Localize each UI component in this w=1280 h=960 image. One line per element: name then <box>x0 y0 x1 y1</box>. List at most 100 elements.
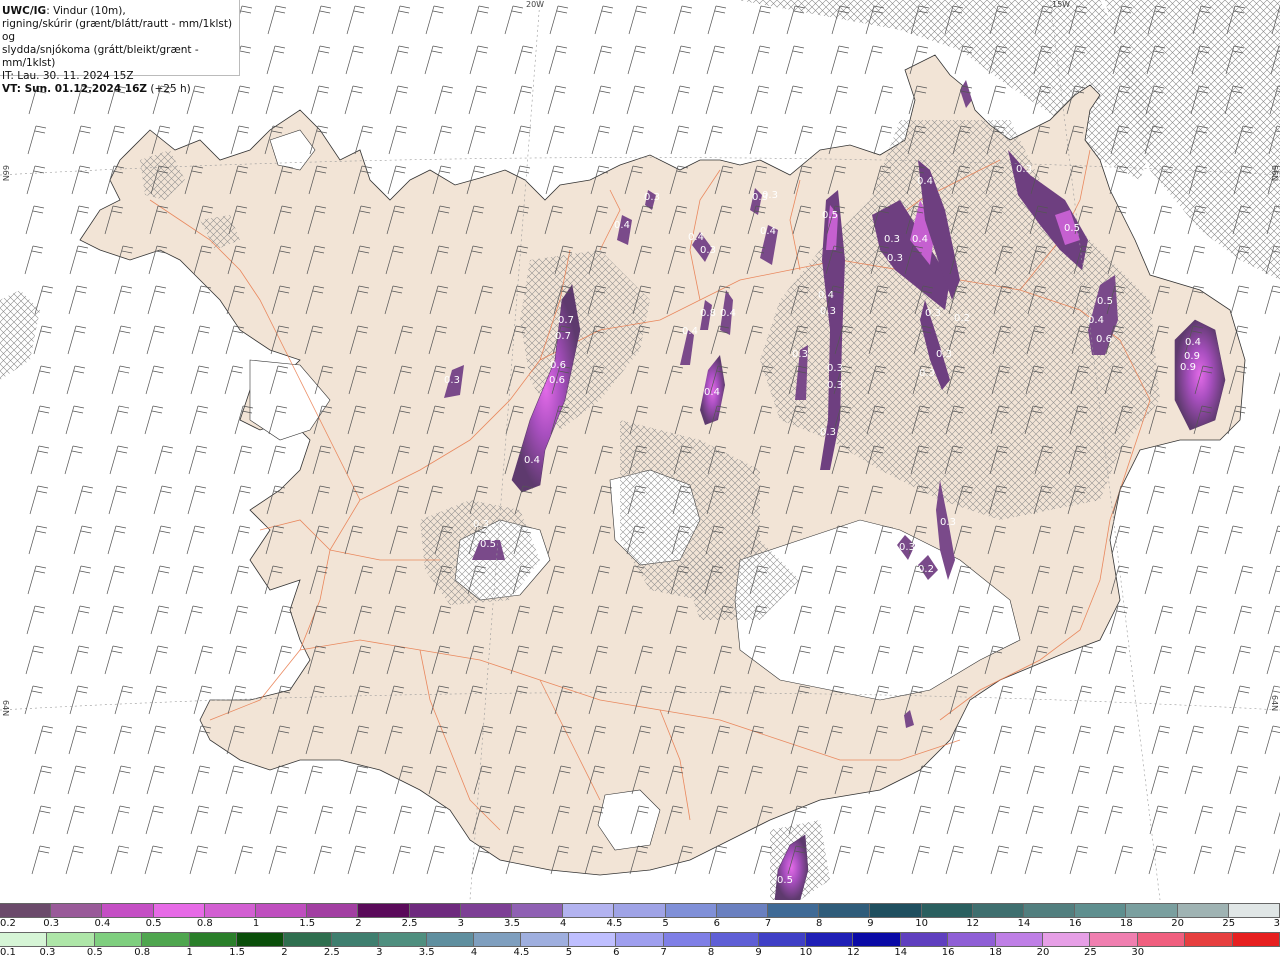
legend-rain-tick: 3 <box>376 947 383 958</box>
legend-snow-swatch <box>1126 904 1178 917</box>
legend-snow-tick: 0.2 <box>0 918 16 929</box>
precip-value-label: 0.4 <box>760 226 776 237</box>
legend-rain-tick: 8 <box>707 947 715 958</box>
precip-value-label: 0.9 <box>1180 362 1196 373</box>
precip-value-label: 0.4 <box>524 455 540 466</box>
legend-rain-swatch <box>1137 933 1186 946</box>
precip-value-label: 0.3 <box>887 253 903 264</box>
legend-snow-tick: 6 <box>713 918 720 929</box>
precip-value-label: 0.6 <box>1096 334 1112 345</box>
precip-value-label: 0.9 <box>1184 351 1200 362</box>
legend-rain-swatch <box>900 933 949 946</box>
desc-snow: slydda/snjókoma (grátt/bleikt/grænt - mm… <box>2 44 199 69</box>
legend-snow-tick: 5 <box>662 918 669 929</box>
legend-snow-tick: 12 <box>966 918 980 929</box>
legend-snow-tick: 20 <box>1171 918 1184 929</box>
legend-snow-swatch <box>972 904 1025 917</box>
precip-value-label: 0.7 <box>558 315 574 326</box>
precip-value-label: 0.4 <box>704 387 720 398</box>
legend-rain-tick: 0.1 <box>0 947 16 958</box>
legend-rain-tick: 12 <box>846 947 860 958</box>
legend-snow-tick: 4 <box>560 918 567 929</box>
legend-rain-swatch <box>237 933 285 946</box>
legend-rain-swatch <box>94 933 143 946</box>
legend-rain-swatch <box>142 933 190 946</box>
lat-label-66n-right: 66N <box>1270 165 1279 182</box>
title-model: UWC/IG <box>2 5 47 17</box>
precip-value-label: 0.3 <box>936 349 952 360</box>
lat-label-64n-right: 64N <box>1270 695 1279 712</box>
precip-value-label: 0.3 <box>827 380 843 391</box>
legend-snow-swatch <box>358 904 410 917</box>
precip-value-label: 0.5 <box>777 875 793 886</box>
legend-rain-swatch <box>47 933 95 946</box>
legend-snow-swatch <box>768 904 820 917</box>
legend-rain-tick: 18 <box>989 947 1002 958</box>
precip-value-label: 0.3 <box>473 519 489 530</box>
legend-snow: 0.2 0.3 0.4 0.5 0.8 1 1.5 2 2.5 3 3.5 4 4.5 5 6 7 8 9 10 12… <box>0 903 1280 931</box>
legend-snow-tick: 18 <box>1120 918 1133 929</box>
legend-rain-tick: 4 <box>470 947 478 958</box>
legend-rain: 0.1 0.3 0.5 0.8 1 1.5 2 2.5 3 3.5 4 4.5 5 6 7 8 9 10 12 14 1… <box>0 932 1280 960</box>
legend-rain-tick: 0.8 <box>134 947 151 958</box>
weather-map: 0.3 0.4 0.3 0.4 0.3 0.5 0.3 0.4 0.3 0.4 0.4 0.3 0.5 0… <box>0 0 1280 900</box>
legend-snow-swatch <box>102 904 154 917</box>
legend-snow-tick: 30 <box>1273 918 1280 929</box>
map-title: UWC/IG: Vindur (10m), <box>2 5 239 18</box>
legend-rain-tick: 3.5 <box>418 947 435 958</box>
legend-snow-swatch <box>1075 904 1127 917</box>
legend-snow-swatch <box>716 904 769 917</box>
precip-value-label: 0.3 <box>884 234 900 245</box>
legend-rain-tick: 1.5 <box>229 947 245 958</box>
legend-snow-swatch <box>307 904 359 917</box>
legend-snow-swatch <box>870 904 922 917</box>
legend-rain-swatch <box>663 933 712 946</box>
precip-value-label: 0.3 <box>827 363 843 374</box>
legend-snow-swatch <box>153 904 205 917</box>
precip-value-label: 0.3 <box>925 308 941 319</box>
legend-snow-tick: 14 <box>1017 918 1031 929</box>
legend-rain-swatch <box>1232 933 1280 946</box>
legend-snow-tick: 0.4 <box>94 918 111 929</box>
legend-rain-tick: 0.5 <box>86 947 103 958</box>
legend-snow-tick: 7 <box>764 918 772 929</box>
precip-value-label: 0.4 <box>1185 337 1201 348</box>
legend-rain-swatch <box>474 933 522 946</box>
legend-snow-swatch <box>563 904 615 917</box>
legend-rain-tick: 2.5 <box>323 947 340 958</box>
legend-rain-tick: 20 <box>1036 947 1050 958</box>
legend-snow-tick: 25 <box>1222 918 1236 929</box>
valid-time-date: VT: Sun. 01.12.2024 16Z <box>2 83 148 95</box>
legend-rain-swatch <box>948 933 996 946</box>
legend-rain-swatch <box>853 933 901 946</box>
legend-snow-tick: 0.5 <box>145 918 162 929</box>
legend-rain-ticks: 0.1 0.3 0.5 0.8 1 1.5 2 2.5 3 3.5 4 4.5 5 6 7 8 9 10 12 14 1… <box>0 947 1280 959</box>
legend-rain-tick: 9 <box>755 947 762 958</box>
precip-value-label: 0.5 <box>822 210 838 221</box>
precip-value-label: 0.3 <box>444 375 460 386</box>
legend-rain-swatch <box>331 933 380 946</box>
legend-snow-tick: 10 <box>915 918 928 929</box>
legend-snow-swatch <box>512 904 564 917</box>
precip-value-label: 0.4 <box>912 234 928 245</box>
lat-label-66n-left: 66N <box>1 165 10 182</box>
precip-value-label: 0.3 <box>752 192 768 203</box>
lon-label-15w: 15W <box>1052 0 1071 9</box>
precip-value-label: 0.7 <box>555 331 571 342</box>
precip-value-label: 0.3 <box>820 427 836 438</box>
legend-snow-tick: 3 <box>457 918 464 929</box>
legend-rain-swatch <box>1185 933 1233 946</box>
legend-rain-tick: 0.3 <box>39 947 56 958</box>
valid-time: VT: Sun. 01.12.2024 16Z (+25 h) <box>2 83 239 96</box>
legend-snow-swatch <box>1024 904 1076 917</box>
legend-snow-swatch <box>51 904 103 917</box>
desc-rain: rigning/skúrir (grænt/blátt/rautt - mm/1… <box>2 18 233 43</box>
legend-rain-tick: 14 <box>894 947 908 958</box>
legend-snow-swatch <box>665 904 717 917</box>
legend-rain-tick: 10 <box>799 947 813 958</box>
legend-rain-swatch <box>0 933 48 946</box>
legend-snow-swatch <box>921 904 973 917</box>
precip-value-label: 0.5 <box>480 539 496 550</box>
precip-value-label: 0.3 <box>919 368 935 379</box>
legend-snow-tick: 1 <box>252 918 260 929</box>
